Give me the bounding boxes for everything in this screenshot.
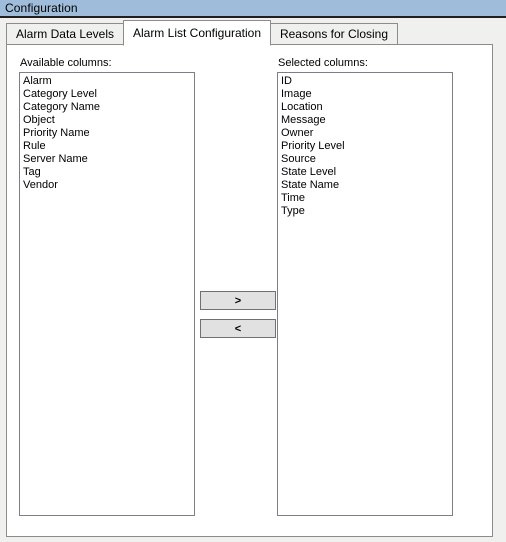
selected-columns-label: Selected columns: (278, 57, 368, 69)
window-title: Configuration (5, 1, 78, 15)
dialog-client-area: Alarm Data Levels Alarm List Configurati… (0, 18, 506, 542)
move-left-button[interactable]: < (200, 319, 276, 338)
list-item[interactable]: Object (23, 114, 194, 127)
move-right-button[interactable]: > (200, 291, 276, 310)
tab-strip: Alarm Data Levels Alarm List Configurati… (6, 20, 493, 46)
tab-alarm-data-levels[interactable]: Alarm Data Levels (6, 23, 124, 45)
list-item[interactable]: Vendor (23, 179, 194, 192)
list-item[interactable]: ID (281, 75, 452, 88)
selected-columns-list-items: ID Image Location Message Owner Priority Leve… (278, 73, 452, 218)
available-columns-list[interactable]: Alarm Category Level Category Name Object Pr… (19, 72, 195, 516)
list-item[interactable]: Category Level (23, 88, 194, 101)
tab-alarm-list-configuration[interactable]: Alarm List Configuration (123, 20, 271, 46)
list-item[interactable]: Priority Level (281, 140, 452, 153)
list-item[interactable]: State Name (281, 179, 452, 192)
list-item[interactable]: Time (281, 192, 452, 205)
list-item[interactable]: Owner (281, 127, 452, 140)
list-item[interactable]: Category Name (23, 101, 194, 114)
tab-control: Alarm Data Levels Alarm List Configurati… (6, 20, 493, 538)
tab-panel-alarm-list-configuration: Available columns: Alarm Category Level Ca… (6, 44, 493, 537)
list-item[interactable]: Source (281, 153, 452, 166)
list-item[interactable]: Server Name (23, 153, 194, 166)
selected-columns-list[interactable]: ID Image Location Message Owner Priority Leve… (277, 72, 453, 516)
list-item[interactable]: State Level (281, 166, 452, 179)
list-item[interactable]: Rule (23, 140, 194, 153)
available-columns-label: Available columns: (20, 57, 112, 69)
available-columns-list-items: Alarm Category Level Category Name Object Pr… (20, 73, 194, 192)
list-item[interactable]: Image (281, 88, 452, 101)
tab-reasons-for-closing[interactable]: Reasons for Closing (270, 23, 398, 45)
list-item[interactable]: Location (281, 101, 452, 114)
list-item[interactable]: Priority Name (23, 127, 194, 140)
configuration-window: Configuration Alarm Data Levels Alarm Li… (0, 0, 506, 542)
list-item[interactable]: Alarm (23, 75, 194, 88)
list-item[interactable]: Tag (23, 166, 194, 179)
window-title-bar: Configuration (0, 0, 506, 18)
list-item[interactable]: Message (281, 114, 452, 127)
list-item[interactable]: Type (281, 205, 452, 218)
